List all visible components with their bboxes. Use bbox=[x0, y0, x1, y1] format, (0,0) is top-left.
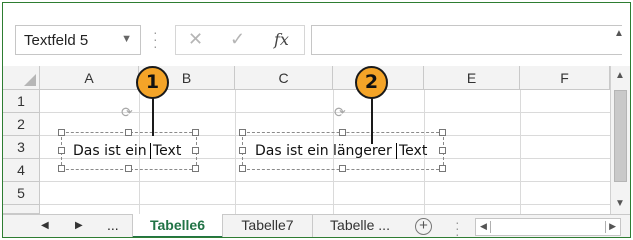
tab-tabelle6[interactable]: Tabelle6 bbox=[132, 214, 223, 237]
name-box-value: Textfeld 5 bbox=[24, 32, 89, 49]
tab-tabelle7[interactable]: Tabelle7 bbox=[223, 214, 313, 237]
insert-function-button[interactable]: fx bbox=[274, 30, 289, 49]
select-all-icon bbox=[24, 74, 36, 86]
row-header-2[interactable]: 2 bbox=[3, 113, 40, 136]
column-header-c[interactable]: C bbox=[235, 66, 333, 90]
column-header-a[interactable]: A bbox=[40, 66, 139, 90]
text-cursor bbox=[396, 143, 397, 159]
scroll-divider bbox=[490, 221, 491, 233]
chevron-down-icon[interactable]: ▼ bbox=[121, 33, 132, 45]
scroll-right-icon[interactable]: ▶ bbox=[609, 221, 616, 232]
row-header-4[interactable]: 4 bbox=[3, 159, 40, 182]
tab-tabelle-overflow[interactable]: Tabelle ... bbox=[313, 214, 407, 237]
enter-icon[interactable]: ✓ bbox=[230, 29, 245, 50]
sheet-tab-bar: ◀ ▶ ... Tabelle6 Tabelle7 Tabelle ... + … bbox=[3, 214, 630, 237]
gridline bbox=[40, 204, 610, 205]
worksheet-grid: A B C D E F 1 2 3 4 5 Das ist ein Text ⟳ bbox=[3, 66, 630, 214]
resize-handle[interactable] bbox=[192, 165, 199, 172]
gridline bbox=[235, 90, 236, 214]
cancel-icon[interactable]: ✕ bbox=[188, 29, 203, 50]
resize-handle[interactable] bbox=[125, 129, 132, 136]
gridline bbox=[520, 90, 521, 214]
row-header-3[interactable]: 3 bbox=[3, 136, 40, 159]
text-cursor bbox=[150, 143, 151, 159]
scroll-left-icon[interactable]: ◀ bbox=[480, 221, 487, 232]
horizontal-scrollbar[interactable]: ◀ ▶ bbox=[475, 218, 621, 236]
excel-window: Textfeld 5 ▼ ··· ✕ ✓ fx ▲ A B C D E F 1 … bbox=[2, 2, 631, 238]
row-header-1[interactable]: 1 bbox=[3, 90, 40, 113]
row-header-5[interactable]: 5 bbox=[3, 182, 40, 205]
resize-handle[interactable] bbox=[239, 147, 246, 154]
textbox-2-text-after: Text bbox=[399, 143, 428, 159]
rotate-handle-icon[interactable]: ⟳ bbox=[121, 104, 133, 121]
gridline bbox=[40, 181, 610, 182]
resize-handle[interactable] bbox=[239, 129, 246, 136]
more-sheets-button[interactable]: ... bbox=[107, 217, 119, 233]
expand-formula-bar-icon[interactable]: ▲ bbox=[614, 28, 624, 39]
scroll-up-icon[interactable]: ▲ bbox=[615, 70, 625, 81]
select-all-button[interactable] bbox=[3, 66, 40, 90]
column-header-f[interactable]: F bbox=[520, 66, 610, 90]
resize-handle[interactable] bbox=[58, 165, 65, 172]
resize-handle[interactable] bbox=[192, 147, 199, 154]
resize-handle[interactable] bbox=[439, 147, 446, 154]
resize-handle[interactable] bbox=[439, 165, 446, 172]
scroll-thumb[interactable] bbox=[614, 90, 627, 182]
callout-1: 1 bbox=[136, 66, 169, 99]
callout-2: 2 bbox=[355, 66, 388, 99]
resize-handle[interactable] bbox=[339, 165, 346, 172]
next-sheet-icon[interactable]: ▶ bbox=[75, 220, 83, 231]
column-header-e[interactable]: E bbox=[424, 66, 520, 90]
callout-1-line bbox=[152, 96, 154, 136]
resize-handle[interactable] bbox=[239, 165, 246, 172]
scroll-divider bbox=[605, 221, 606, 233]
more-icon: · · · bbox=[153, 24, 158, 54]
rotate-handle-icon[interactable]: ⟳ bbox=[334, 104, 346, 121]
resize-handle[interactable] bbox=[58, 147, 65, 154]
formula-input[interactable] bbox=[311, 25, 622, 55]
name-box[interactable]: Textfeld 5 ▼ bbox=[15, 25, 141, 55]
formula-bar: Textfeld 5 ▼ · · · ✕ ✓ fx ▲ bbox=[3, 3, 630, 63]
resize-handle[interactable] bbox=[192, 129, 199, 136]
textbox-1-text-after: Text bbox=[153, 143, 182, 159]
vertical-scrollbar[interactable]: ▲ ▼ bbox=[610, 66, 630, 214]
formula-buttons: ✕ ✓ fx bbox=[175, 25, 305, 55]
prev-sheet-icon[interactable]: ◀ bbox=[41, 220, 49, 231]
resize-handle[interactable] bbox=[439, 129, 446, 136]
resize-handle[interactable] bbox=[339, 129, 346, 136]
callout-2-line bbox=[371, 96, 373, 144]
resize-handle[interactable] bbox=[58, 129, 65, 136]
resize-handle[interactable] bbox=[125, 165, 132, 172]
splitter-icon[interactable]: · · · bbox=[455, 215, 460, 237]
textbox-2-text: Das ist ein längerer bbox=[255, 143, 392, 159]
add-sheet-icon[interactable]: + bbox=[415, 218, 432, 235]
row-header-6[interactable] bbox=[3, 205, 40, 214]
scroll-down-icon[interactable]: ▼ bbox=[615, 198, 625, 209]
textbox-1-text: Das ist ein bbox=[73, 143, 147, 159]
